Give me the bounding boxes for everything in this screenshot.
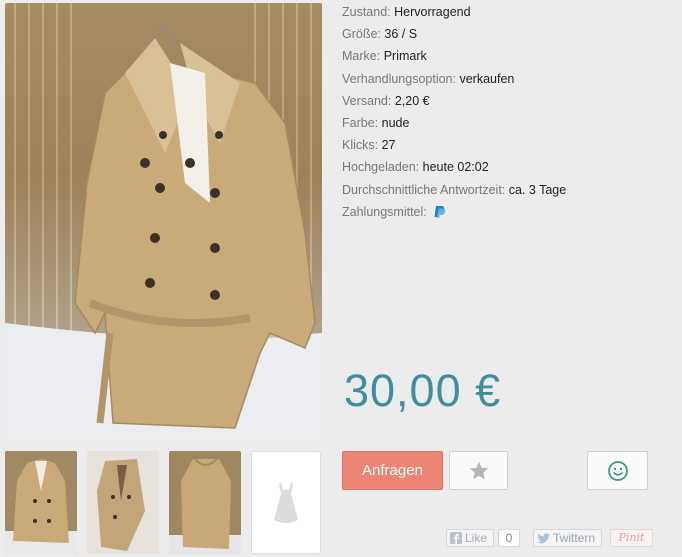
- thumbnail-1[interactable]: [5, 451, 77, 554]
- favorite-button[interactable]: [449, 451, 508, 490]
- thumbnail-placeholder: [251, 451, 321, 554]
- main-product-photo[interactable]: [5, 3, 322, 440]
- detail-uploaded: Hochgeladen: heute 02:02: [342, 160, 489, 175]
- detail-color: Farbe: nude: [342, 115, 410, 130]
- detail-negotiation: Verhandlungsoption: verkaufen: [342, 71, 515, 86]
- thumbnail-2[interactable]: [87, 451, 159, 554]
- product-details: Zustand: Hervorragend Größe: 36 / S Mark…: [342, 3, 682, 225]
- detail-brand: Marke: Primark: [342, 49, 427, 64]
- smiley-icon: [607, 460, 628, 481]
- detail-response-time: Durchschnittliche Antwortzeit: ca. 3 Tag…: [342, 182, 567, 197]
- tweet-label: Twittern: [553, 531, 596, 545]
- facebook-icon: [450, 532, 462, 544]
- detail-condition: Zustand: Hervorragend: [342, 5, 471, 19]
- dress-icon: [274, 481, 298, 523]
- price: 30,00 €: [344, 365, 502, 416]
- detail-payment: Zahlungsmittel:: [342, 203, 682, 225]
- paypal-icon: [432, 204, 447, 219]
- pinterest-button[interactable]: Pinit: [610, 529, 653, 547]
- detail-clicks: Klicks: 27: [342, 138, 396, 153]
- like-count: 0: [498, 529, 520, 547]
- ask-button[interactable]: Anfragen: [342, 451, 443, 490]
- star-icon: [469, 461, 488, 479]
- detail-size: Größe: 36 / S: [342, 27, 418, 42]
- detail-shipping: Versand: 2,20 €: [342, 93, 430, 108]
- thumbnail-3[interactable]: [169, 451, 241, 554]
- facebook-like-button[interactable]: Like: [446, 529, 494, 547]
- smile-button[interactable]: [587, 451, 648, 490]
- twitter-icon: [537, 532, 550, 543]
- like-label: Like: [465, 531, 488, 545]
- twitter-button[interactable]: Twittern: [533, 529, 602, 547]
